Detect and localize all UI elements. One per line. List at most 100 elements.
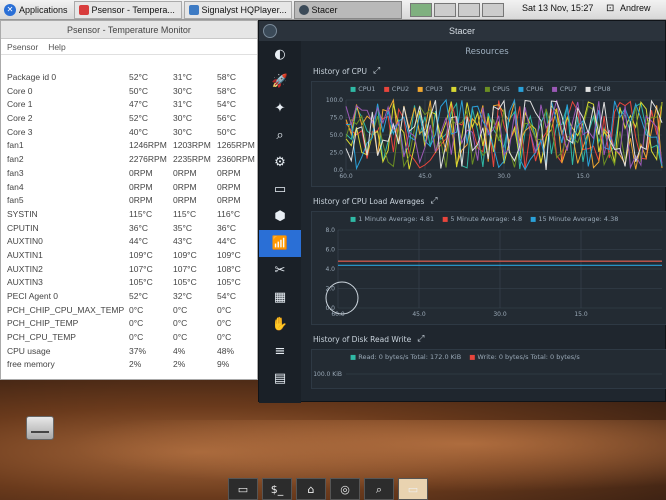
sensor-value: 115°C: [173, 208, 197, 219]
applications-menu-button[interactable]: ✕ Applications: [0, 0, 74, 20]
legend-item[interactable]: Write: 0 bytes/s Total: 0 bytes/s: [469, 353, 579, 364]
sensor-value: 32°C: [173, 291, 192, 301]
terminal-icon[interactable]: $_: [262, 478, 292, 500]
sidebar-item-resources[interactable]: 📶: [259, 230, 301, 257]
hqplayer-icon: [188, 4, 199, 15]
sensor-value: 0°C: [217, 318, 232, 329]
y-tick-label: 8.0: [325, 227, 335, 234]
chart-legend: CPU1 CPU2 CPU3 CPU4 CPU5 CPU6 CPU7 CPU8: [312, 82, 666, 96]
sensor-value: 0°C: [217, 304, 232, 315]
sensor-row[interactable]: Package id 0 52°C 31°C 58°C: [7, 71, 257, 85]
sensor-value: 31°C: [173, 99, 192, 110]
sidebar-item-services[interactable]: ⚙: [259, 149, 301, 176]
sidebar-item-settings[interactable]: ≡: [259, 338, 301, 365]
file-manager-icon[interactable]: ⌂: [296, 478, 326, 500]
taskbar-item-hqplayer[interactable]: Signalyst HQPlayer...: [183, 0, 292, 19]
legend-item[interactable]: CPU8: [585, 85, 610, 96]
sensor-row[interactable]: PECI Agent 0 52°C 32°C 54°C: [7, 290, 257, 304]
user-menu[interactable]: Andrew: [620, 3, 651, 13]
sensor-value: 56°C: [217, 113, 236, 124]
menu-help[interactable]: Help: [48, 42, 65, 52]
workspace-3[interactable]: [457, 2, 480, 17]
sidebar-item-apt[interactable]: ▦: [259, 284, 301, 311]
sensor-row[interactable]: CPUTIN 36°C 35°C 36°C: [7, 222, 257, 236]
tools-icon: ✂: [274, 263, 286, 278]
sensor-row[interactable]: SYSTIN 115°C 115°C 116°C: [7, 208, 257, 222]
sidebar-item-uninstaller[interactable]: ⬢: [259, 203, 301, 230]
x-tick-label: 15.0: [574, 311, 588, 318]
gnome-icon: ✋: [271, 317, 289, 332]
sensor-value: 116°C: [217, 208, 241, 219]
legend-item[interactable]: Read: 0 bytes/s Total: 172.0 KiB: [350, 353, 461, 364]
sensor-row[interactable]: CPU usage 37% 4% 48%: [7, 345, 257, 359]
sensor-row[interactable]: free memory 2% 2% 9%: [7, 358, 257, 372]
sidebar-item-search[interactable]: ⌕: [259, 122, 301, 149]
sensor-row[interactable]: PCH_CHIP_TEMP 0°C 0°C 0°C: [7, 317, 257, 331]
sensor-name: AUXTIN0: [7, 236, 43, 247]
sensor-value: 0RPM: [129, 195, 153, 206]
taskbar-item-psensor[interactable]: Psensor - Tempera...: [73, 0, 182, 19]
workspace-4[interactable]: [481, 2, 504, 17]
sensor-name: PCH_CPU_TEMP: [7, 332, 76, 343]
legend-item[interactable]: 5 Minute Average: 4.8: [442, 215, 522, 226]
sidebar-item-startup[interactable]: 🚀: [259, 68, 301, 95]
sensor-row[interactable]: Core 2 52°C 30°C 56°C: [7, 112, 257, 126]
sidebar-item-tools[interactable]: ✂: [259, 257, 301, 284]
workspace-1[interactable]: [409, 2, 432, 17]
notification-icon[interactable]: ⊡: [606, 3, 614, 14]
sensor-row[interactable]: PCH_CHIP_CPU_MAX_TEMP 0°C 0°C 0°C: [7, 304, 257, 318]
workspace-2[interactable]: [433, 2, 456, 17]
sensor-row[interactable]: Core 1 47°C 31°C 54°C: [7, 98, 257, 112]
drive-icon[interactable]: [26, 416, 54, 440]
sidebar-item-logs[interactable]: ▤: [259, 365, 301, 392]
menu-psensor[interactable]: Psensor: [7, 42, 38, 52]
clock[interactable]: Sat 13 Nov, 15:27: [522, 3, 593, 13]
y-tick-label: 6.0: [325, 247, 335, 254]
sensor-value: 4%: [173, 345, 186, 356]
sensor-value: 0RPM: [173, 181, 197, 192]
folder-icon[interactable]: ▭: [398, 478, 428, 500]
search-icon[interactable]: ⌕: [364, 478, 394, 500]
legend-item[interactable]: CPU6: [518, 85, 543, 96]
dashboard-icon: ◐: [274, 47, 286, 62]
sensor-row[interactable]: AUXTIN0 44°C 43°C 44°C: [7, 235, 257, 249]
sidebar-item-cleaner[interactable]: ✦: [259, 95, 301, 122]
dock: ▭ $_ ⌂ ◎ ⌕ ▭: [228, 452, 438, 500]
sensor-row[interactable]: fan4 0RPM 0RPM 0RPM: [7, 181, 257, 195]
sensor-row[interactable]: Core 3 40°C 30°C 50°C: [7, 126, 257, 140]
sensor-row[interactable]: PCH_CPU_TEMP 0°C 0°C 0°C: [7, 331, 257, 345]
sensor-row[interactable]: AUXTIN3 105°C 105°C 105°C: [7, 276, 257, 290]
expand-icon[interactable]: ⤢: [430, 196, 437, 206]
processes-icon: ▭: [273, 182, 287, 197]
sensor-value: 2360RPM: [217, 154, 255, 165]
legend-item[interactable]: CPU4: [451, 85, 476, 96]
sidebar-item-gnome[interactable]: ✋: [259, 311, 301, 338]
taskbar-item-stacer[interactable]: Stacer: [293, 0, 402, 19]
legend-item[interactable]: CPU5: [484, 85, 510, 96]
sensor-row[interactable]: fan2 2276RPM 2235RPM 2360RPM: [7, 153, 257, 167]
sensor-name: PCH_CHIP_TEMP: [7, 318, 79, 329]
legend-item[interactable]: CPU3: [417, 85, 442, 96]
legend-item[interactable]: CPU1: [350, 85, 375, 96]
sensor-row[interactable]: Core 0 50°C 30°C 58°C: [7, 85, 257, 99]
x-tick-label: 15.0: [576, 173, 590, 180]
legend-item[interactable]: CPU7: [551, 85, 577, 96]
legend-item[interactable]: 15 Minute Average: 4.38: [530, 215, 618, 226]
load-chart-plot: 8.06.04.02.00.060.0 45.0 30.0 15.0: [325, 227, 662, 318]
workspace-switcher: [409, 2, 504, 17]
sidebar-item-processes[interactable]: ▭: [259, 176, 301, 203]
sensor-row[interactable]: AUXTIN2 107°C 107°C 108°C: [7, 263, 257, 277]
sensor-row[interactable]: fan3 0RPM 0RPM 0RPM: [7, 167, 257, 181]
expand-icon[interactable]: ⤢: [373, 66, 380, 76]
legend-item[interactable]: CPU2: [384, 85, 409, 96]
sensor-row[interactable]: AUXTIN1 109°C 109°C 109°C: [7, 249, 257, 263]
show-desktop-icon[interactable]: ▭: [228, 478, 258, 500]
sidebar-item-dashboard[interactable]: ◐: [259, 41, 301, 68]
sensor-value: 31°C: [173, 72, 192, 82]
sensor-row[interactable]: fan5 0RPM 0RPM 0RPM: [7, 194, 257, 208]
browser-icon[interactable]: ◎: [330, 478, 360, 500]
expand-icon[interactable]: ⤢: [417, 334, 424, 344]
load-history-header: History of CPU Load Averages ⤢: [307, 193, 666, 209]
sensor-row[interactable]: fan1 1246RPM 1203RPM 1265RPM: [7, 139, 257, 153]
legend-item[interactable]: 1 Minute Average: 4.81: [350, 215, 434, 226]
